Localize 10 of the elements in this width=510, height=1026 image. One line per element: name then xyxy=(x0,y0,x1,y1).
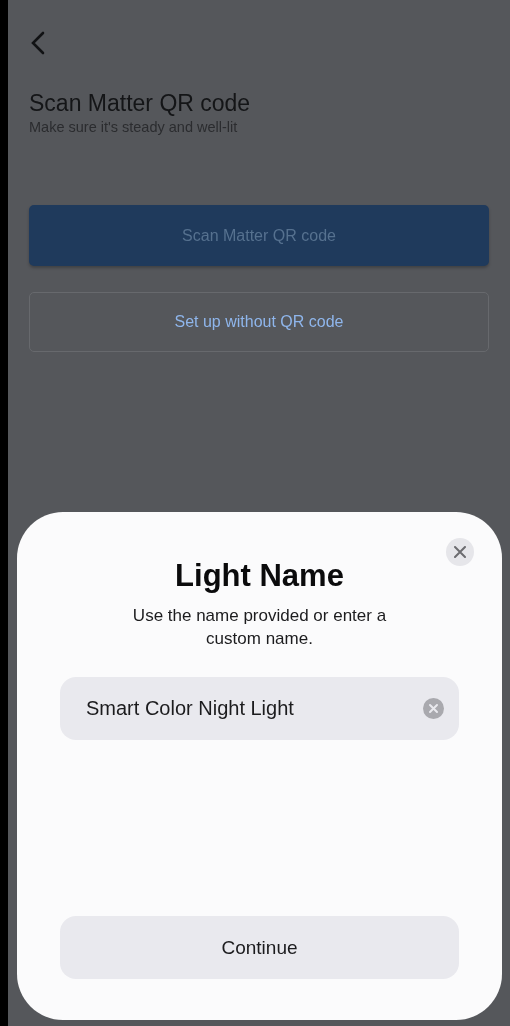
page-title: Scan Matter QR code xyxy=(29,90,252,117)
close-icon xyxy=(454,546,466,558)
close-button[interactable] xyxy=(446,538,474,566)
sheet-title: Light Name xyxy=(175,558,344,594)
back-icon[interactable] xyxy=(30,30,46,56)
continue-button[interactable]: Continue xyxy=(60,916,459,979)
setup-without-qr-button[interactable]: Set up without QR code xyxy=(29,292,489,352)
name-field[interactable]: Smart Color Night Light xyxy=(60,677,459,740)
sheet-message: Use the name provided or enter a custom name. xyxy=(131,605,388,650)
clear-icon[interactable] xyxy=(423,698,444,719)
